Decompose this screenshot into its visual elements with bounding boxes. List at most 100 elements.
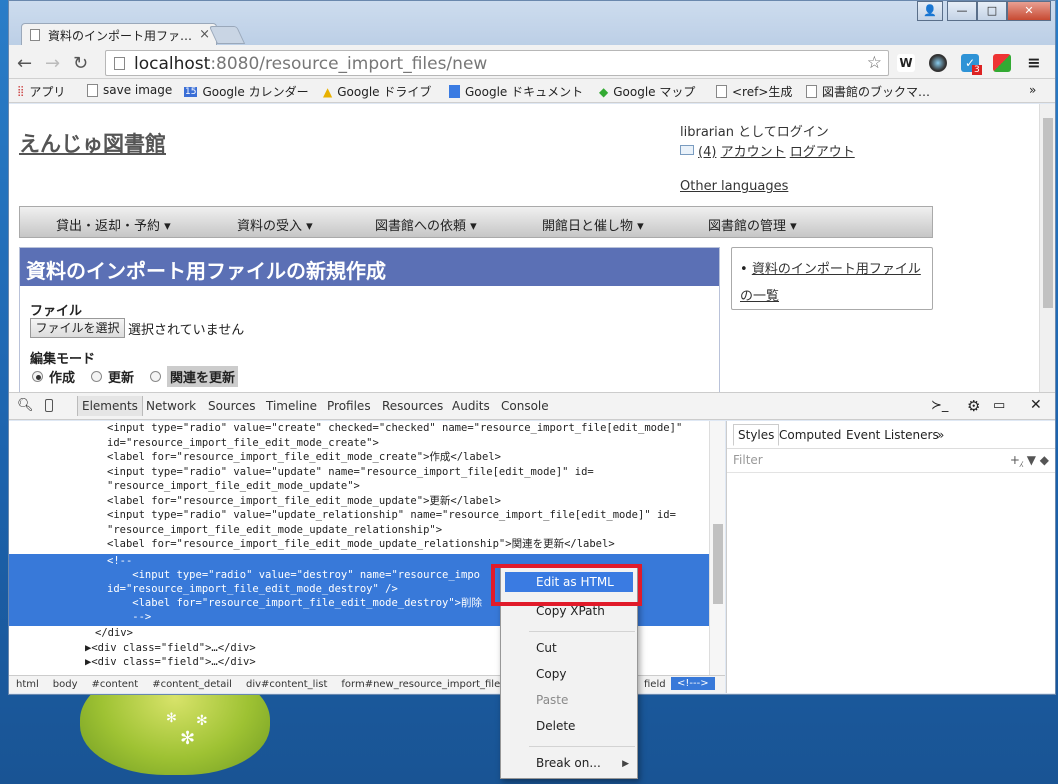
bookmark-star-icon[interactable]: ☆ bbox=[867, 53, 882, 73]
tab-elements[interactable]: Elements bbox=[77, 396, 143, 416]
code-line[interactable]: ▶<div class="field">…</div> bbox=[85, 641, 256, 656]
code-line[interactable]: <label for="resource_import_file_edit_mo… bbox=[107, 494, 501, 509]
menu-circulation[interactable]: 貸出・返却・予約 ▾ bbox=[56, 207, 237, 237]
radio-update-relationship[interactable] bbox=[150, 371, 162, 382]
breadcrumb-current[interactable]: <!---> bbox=[671, 677, 715, 690]
bookmark-google-docs[interactable]: Google ドキュメント bbox=[449, 83, 583, 100]
code-line[interactable]: <input type="radio" value="update" name=… bbox=[107, 465, 594, 480]
breadcrumb-item[interactable]: #content_detail bbox=[145, 679, 239, 690]
forward-arrow-icon[interactable]: → bbox=[45, 53, 60, 74]
console-drawer-icon[interactable]: ≻_ bbox=[931, 398, 948, 413]
tabs-more[interactable]: » bbox=[937, 428, 944, 442]
breadcrumb-item[interactable]: html bbox=[9, 679, 46, 690]
minimize-button[interactable]: — bbox=[947, 1, 977, 21]
bookmark-google-maps[interactable]: ◆ Google マップ bbox=[599, 83, 695, 100]
selected-code-line: <!-- bbox=[107, 555, 133, 567]
breadcrumb-item[interactable]: div#content_list bbox=[239, 679, 334, 690]
other-languages-link[interactable]: Other languages bbox=[680, 179, 788, 194]
code-line[interactable]: <input type="radio" value="update_relati… bbox=[107, 508, 676, 523]
scrollbar-thumb[interactable] bbox=[1043, 118, 1053, 308]
bookmark-google-calendar[interactable]: 15 Google カレンダー bbox=[184, 83, 309, 100]
tab-timeline[interactable]: Timeline bbox=[266, 399, 317, 413]
bookmark-save-image[interactable]: save image bbox=[87, 83, 172, 97]
title-bar: 資料のインポート用ファ… × 👤 — □ ✕ bbox=[9, 1, 1055, 45]
menu-item-copy[interactable]: Copy bbox=[501, 664, 637, 684]
mail-count-link[interactable]: (4) bbox=[698, 145, 716, 160]
tab-event-listeners[interactable]: Event Listeners bbox=[846, 428, 939, 442]
site-title[interactable]: えんじゅ図書館 bbox=[19, 128, 166, 158]
close-devtools-icon[interactable]: ✕ bbox=[1030, 397, 1042, 413]
break-on-label: Break on... bbox=[536, 756, 601, 770]
dock-icon[interactable]: ▭ bbox=[993, 398, 1005, 413]
gear-icon[interactable]: ⚙ bbox=[967, 397, 980, 415]
tab-close-icon[interactable]: × bbox=[199, 27, 210, 42]
extension-shapes-icon[interactable] bbox=[993, 54, 1011, 72]
tab-computed[interactable]: Computed bbox=[779, 428, 841, 442]
extension-w-icon[interactable]: W bbox=[897, 54, 915, 72]
filter-action-icons[interactable]: +⁁ ▼ ◆ bbox=[1010, 453, 1049, 467]
extension-color-icon[interactable] bbox=[929, 54, 947, 72]
bookmark-google-drive[interactable]: ▲ Google ドライブ bbox=[323, 83, 431, 100]
tab-sources[interactable]: Sources bbox=[208, 399, 255, 413]
import-file-list-link[interactable]: 資料のインポート用ファイルの一覧 bbox=[740, 262, 921, 304]
radio-update[interactable] bbox=[91, 371, 103, 382]
menu-events[interactable]: 開館日と催し物 ▾ bbox=[542, 207, 708, 237]
tab-network[interactable]: Network bbox=[146, 399, 196, 413]
account-link[interactable]: アカウント bbox=[721, 145, 786, 160]
dom-scrollbar[interactable] bbox=[709, 421, 725, 675]
menu-requests[interactable]: 図書館への依頼 ▾ bbox=[375, 207, 542, 237]
menu-item-break-on[interactable]: Break on... ▶ bbox=[501, 753, 637, 773]
menu-icon[interactable]: ≡ bbox=[1025, 54, 1043, 72]
logout-link[interactable]: ログアウト bbox=[790, 145, 855, 160]
menu-acquisition[interactable]: 資料の受入 ▾ bbox=[237, 207, 375, 237]
breadcrumb-item[interactable]: field bbox=[637, 679, 673, 690]
side-links: • 資料のインポート用ファイルの一覧 bbox=[731, 247, 933, 310]
mail-icon[interactable] bbox=[680, 145, 694, 155]
page-icon bbox=[716, 85, 727, 98]
url-host: localhost bbox=[134, 54, 211, 74]
address-bar[interactable]: localhost:8080/resource_import_files/new… bbox=[105, 50, 889, 76]
menu-item-paste: Paste bbox=[536, 693, 569, 707]
page-scrollbar[interactable] bbox=[1039, 104, 1055, 392]
scrollbar-thumb[interactable] bbox=[713, 524, 723, 604]
bookmark-ref[interactable]: <ref>生成 bbox=[716, 83, 792, 100]
tab-console[interactable]: Console bbox=[501, 399, 549, 413]
user-icon[interactable]: 👤 bbox=[917, 1, 943, 21]
bookmark-library[interactable]: 図書館のブックマ… bbox=[806, 83, 930, 100]
code-line[interactable]: <label for="resource_import_file_edit_mo… bbox=[107, 450, 501, 465]
selected-code-line: <label for="resource_import_file_edit_mo… bbox=[107, 597, 483, 609]
radio-create[interactable] bbox=[32, 371, 43, 382]
styles-filter[interactable]: Filter +⁁ ▼ ◆ bbox=[727, 449, 1055, 473]
code-line[interactable]: "resource_import_file_edit_mode_update"> bbox=[107, 479, 360, 494]
code-line[interactable]: </div> bbox=[95, 626, 133, 641]
close-window-button[interactable]: ✕ bbox=[1007, 1, 1051, 21]
back-arrow-icon[interactable]: ← bbox=[17, 53, 32, 74]
code-line[interactable]: id="resource_import_file_edit_mode_creat… bbox=[107, 436, 379, 451]
filter-input[interactable]: Filter bbox=[733, 453, 763, 467]
tab-resources[interactable]: Resources bbox=[382, 399, 443, 413]
tab-audits[interactable]: Audits bbox=[452, 399, 490, 413]
styles-pane: Styles Computed Event Listeners » Filter… bbox=[726, 421, 1055, 693]
code-line[interactable]: <label for="resource_import_file_edit_mo… bbox=[107, 537, 615, 552]
browser-tab[interactable]: 資料のインポート用ファ… × bbox=[21, 23, 217, 45]
breadcrumb-item[interactable]: #content bbox=[85, 679, 146, 690]
breadcrumb-item[interactable]: body bbox=[46, 679, 85, 690]
tab-styles[interactable]: Styles bbox=[733, 424, 780, 446]
tab-profiles[interactable]: Profiles bbox=[327, 399, 371, 413]
menu-admin[interactable]: 図書館の管理 ▾ bbox=[708, 207, 797, 237]
bookmark-apps[interactable]: ⣿ アプリ bbox=[17, 83, 65, 100]
device-icon[interactable] bbox=[45, 399, 53, 412]
menu-item-cut[interactable]: Cut bbox=[501, 638, 637, 658]
bookmarks-more[interactable]: » bbox=[1029, 83, 1036, 97]
code-line[interactable]: ▶<div class="field">…</div> bbox=[85, 655, 256, 670]
extension-badge: 3 bbox=[972, 65, 982, 75]
highlight-box bbox=[491, 564, 642, 606]
search-icon[interactable]: 🔍︎ bbox=[17, 398, 34, 413]
menu-item-delete[interactable]: Delete bbox=[501, 716, 637, 736]
maximize-button[interactable]: □ bbox=[977, 1, 1007, 21]
code-line[interactable]: <input type="radio" value="create" check… bbox=[107, 421, 682, 436]
reload-icon[interactable]: ↻ bbox=[73, 53, 88, 74]
code-line[interactable]: "resource_import_file_edit_mode_update_r… bbox=[107, 523, 442, 538]
browser-toolbar: ← → ↻ localhost:8080/resource_import_fil… bbox=[9, 45, 1055, 79]
choose-file-button[interactable]: ファイルを選択 bbox=[30, 318, 125, 338]
